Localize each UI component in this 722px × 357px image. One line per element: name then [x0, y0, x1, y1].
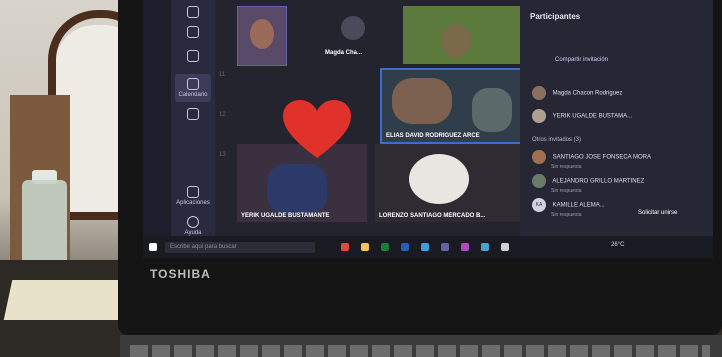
- tile-label-lorenzo: LORENZO SANTIAGO MERCADO B...: [379, 213, 486, 219]
- rail-label-apps: Aplicaciones: [176, 200, 210, 206]
- avatar: [532, 86, 546, 100]
- rail-item-calendar[interactable]: Calendario: [171, 78, 215, 98]
- keyboard-keys: [130, 345, 710, 357]
- teams-app-bar: Calendario Aplicaciones Ayuda: [171, 0, 215, 236]
- video-tile-room[interactable]: [403, 6, 520, 64]
- rail-label-calendar: Calendario: [178, 92, 208, 98]
- files-icon: [187, 108, 199, 120]
- weather-widget[interactable]: 26°C: [611, 242, 624, 248]
- teams-icon[interactable]: [441, 243, 449, 251]
- tile-label-magda: Magda Cha...: [325, 50, 363, 56]
- invitee-status: Sin respuesta: [551, 164, 582, 170]
- participant-face: [392, 78, 452, 124]
- invitee-name: KAMILLE ALEMA...: [552, 202, 605, 209]
- participant-magda[interactable]: Magda Chacon Rodriguez: [532, 86, 622, 100]
- word-icon[interactable]: [401, 243, 409, 251]
- heart-sticker: [283, 100, 351, 158]
- rail-item-chat[interactable]: [171, 26, 215, 40]
- rail-item-activity[interactable]: [171, 6, 215, 20]
- app-icon[interactable]: [501, 243, 509, 251]
- video-tile-lorenzo[interactable]: LORENZO SANTIAGO MERCADO B...: [375, 144, 520, 222]
- rail-item-files[interactable]: [171, 108, 215, 122]
- laptop-screen: Calendario Aplicaciones Ayuda 11 12 13 M…: [143, 0, 713, 258]
- invitee-name: SANTIAGO JOSE FONSECA MORA: [552, 154, 652, 161]
- avatar: [532, 174, 546, 188]
- invitee-santiago[interactable]: SANTIAGO JOSE FONSECA MORA Sin respuesta: [532, 150, 651, 170]
- participant-face: [472, 88, 512, 132]
- invitee-alejandro[interactable]: ALEJANDRO GRILLO MARTINEZ Sin respuesta: [532, 174, 644, 194]
- avatar: [532, 109, 546, 123]
- participant-face: [250, 19, 274, 49]
- invitee-kamille[interactable]: KA KAMILLE ALEMA... Sin respuesta: [532, 198, 605, 218]
- teams-icon: [187, 50, 199, 62]
- rail-item-apps[interactable]: Aplicaciones: [171, 186, 215, 206]
- invitee-status: Sin respuesta: [551, 212, 582, 218]
- invitee-name: ALEJANDRO GRILLO MARTINEZ: [552, 178, 645, 185]
- taskbar-search[interactable]: Escribe aquí para buscar: [165, 242, 315, 253]
- participants-panel: Participantes Compartir invitación Magda…: [520, 0, 713, 236]
- participant-face: [409, 154, 469, 204]
- participant-name: Magda Chacon Rodriguez: [552, 90, 623, 97]
- edge-icon[interactable]: [421, 243, 429, 251]
- video-tile-magda[interactable]: Magda Cha...: [315, 6, 395, 64]
- avatar-initials: KA: [532, 198, 546, 212]
- chat-icon: [187, 26, 199, 38]
- rail-item-help[interactable]: Ayuda: [171, 216, 215, 236]
- meeting-stage: 11 12 13 Magda Cha... ELIAS DAVID RODRIG…: [215, 0, 524, 236]
- laptop-brand: TOSHIBA: [150, 267, 211, 281]
- apps-icon: [187, 186, 199, 198]
- calendar-icon: [187, 78, 199, 90]
- file-explorer-icon[interactable]: [361, 243, 369, 251]
- app-icon[interactable]: [341, 243, 349, 251]
- participant-face: [441, 24, 471, 58]
- participant-name: YERIK UGALDE BUSTAMA...: [552, 113, 633, 120]
- row-marker: 12: [219, 112, 226, 118]
- activity-icon: [187, 6, 199, 18]
- share-invite-link[interactable]: Compartir invitación: [555, 57, 608, 63]
- windows-taskbar: Escribe aquí para buscar 26°C: [143, 236, 713, 258]
- avatar: [532, 150, 546, 164]
- video-tile-elias[interactable]: ELIAS DAVID RODRIGUEZ ARCE: [380, 68, 524, 144]
- app-icon[interactable]: [461, 243, 469, 251]
- excel-icon[interactable]: [381, 243, 389, 251]
- participant-yerik[interactable]: YERIK UGALDE BUSTAMA...: [532, 109, 632, 123]
- video-tile-self[interactable]: [237, 6, 287, 66]
- ask-to-join-button[interactable]: Solicitar unirse: [638, 210, 677, 216]
- app-icon[interactable]: [481, 243, 489, 251]
- windows-start-icon[interactable]: [149, 243, 157, 251]
- participant-shirt: [267, 164, 327, 214]
- invitee-status: Sin respuesta: [551, 188, 582, 194]
- tile-label-elias: ELIAS DAVID RODRIGUEZ ARCE: [386, 133, 480, 139]
- avatar: [341, 16, 365, 40]
- help-icon: [187, 216, 199, 228]
- row-marker: 11: [219, 72, 226, 78]
- rail-item-teams[interactable]: [171, 50, 215, 64]
- others-invited-header: Otros invitados (3): [532, 137, 582, 143]
- panel-title: Participantes: [530, 12, 581, 21]
- tile-label-yerik: YERIK UGALDE BUSTAMANTE: [241, 213, 330, 219]
- row-marker: 13: [219, 152, 226, 158]
